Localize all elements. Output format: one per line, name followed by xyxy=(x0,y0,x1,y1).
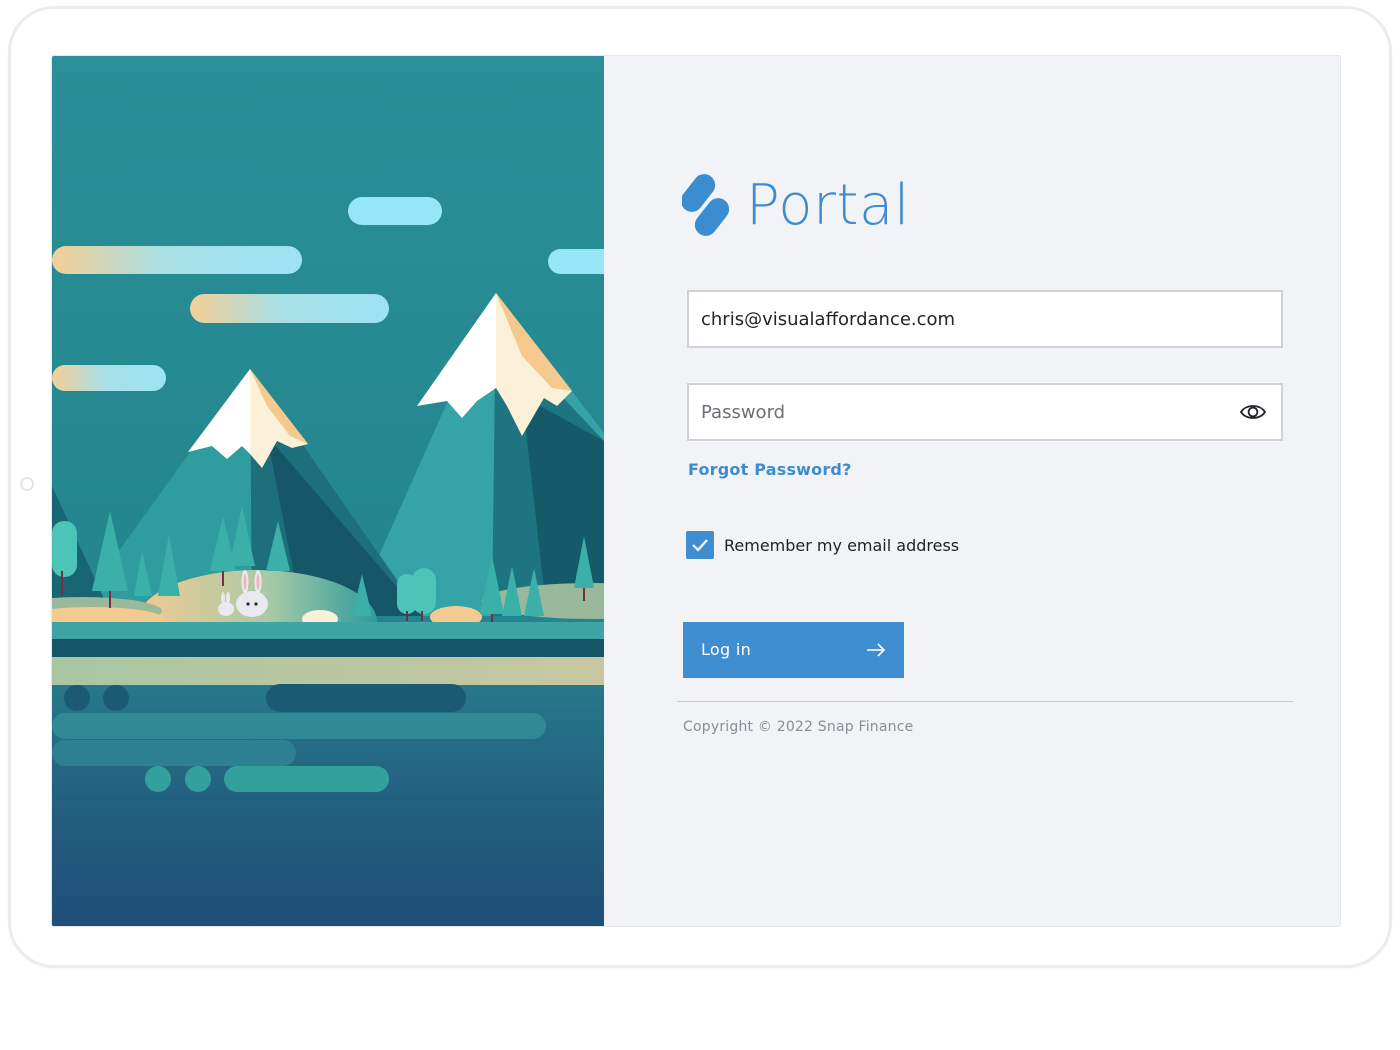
copyright-text: Copyright © 2022 Snap Finance xyxy=(683,719,914,735)
eye-icon[interactable] xyxy=(1239,400,1267,424)
forgot-password-link[interactable]: Forgot Password? xyxy=(688,460,852,479)
password-input[interactable] xyxy=(689,385,1281,439)
checkmark-icon xyxy=(692,539,708,552)
password-field[interactable] xyxy=(687,383,1283,441)
snap-logo-icon xyxy=(682,174,730,236)
app-title: Portal xyxy=(746,173,910,238)
login-button-label: Log in xyxy=(701,640,752,659)
remember-email-label: Remember my email address xyxy=(724,535,960,555)
login-button[interactable]: Log in xyxy=(683,622,904,678)
tablet-home-dot xyxy=(20,477,34,491)
arrow-right-icon xyxy=(867,643,886,657)
email-field[interactable] xyxy=(687,290,1283,348)
mountain-landscape-illustration xyxy=(52,56,604,926)
login-screen: Portal Forgot Password? Remember my emai… xyxy=(52,56,1340,926)
footer-divider xyxy=(677,701,1293,702)
remember-email-checkbox[interactable] xyxy=(686,531,714,559)
remember-email-option[interactable]: Remember my email address xyxy=(686,530,959,560)
login-panel: Portal Forgot Password? Remember my emai… xyxy=(604,56,1340,926)
email-input[interactable] xyxy=(689,292,1281,346)
